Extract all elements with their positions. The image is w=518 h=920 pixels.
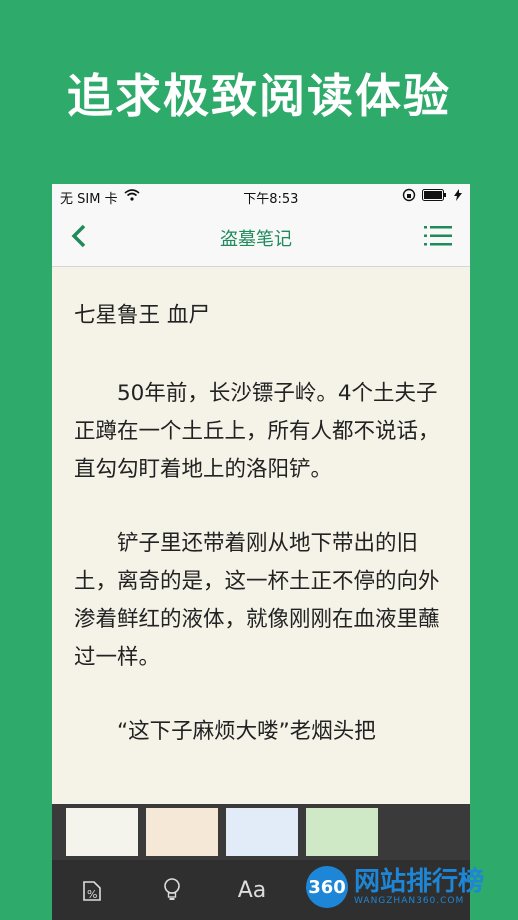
back-icon[interactable] xyxy=(70,223,88,253)
svg-text:%: % xyxy=(87,888,97,901)
reading-content: 七星鲁王 血尸 50年前，长沙镖子岭。4个土夫子正蹲在一个土丘上，所有人都不说话… xyxy=(52,267,470,751)
promo-headline: 追求极致阅读体验 xyxy=(67,69,451,123)
lightbulb-icon[interactable] xyxy=(132,877,212,903)
brightness-percent-icon[interactable]: % xyxy=(52,878,132,902)
watermark-url: WANGZHAN360.COM xyxy=(354,896,465,906)
watermark: 360 网站排行榜 WANGZHAN360.COM xyxy=(306,866,484,908)
font-size-button[interactable]: Aa xyxy=(212,878,292,903)
theme-swatch-cream[interactable] xyxy=(146,808,218,856)
toc-list-icon[interactable] xyxy=(424,224,452,252)
paragraph: “这下子麻烦大喽”老烟头把 xyxy=(117,719,376,744)
wifi-icon xyxy=(124,189,140,205)
nav-bar: 盗墓笔记 xyxy=(52,210,470,267)
chapter-title: 七星鲁王 血尸 xyxy=(74,303,210,328)
theme-swatch-white[interactable] xyxy=(66,808,138,856)
watermark-name: 网站排行榜 xyxy=(354,867,485,897)
book-title: 盗墓笔记 xyxy=(220,229,292,250)
battery-icon xyxy=(422,189,448,205)
watermark-badge: 360 xyxy=(306,866,348,908)
rotation-lock-icon xyxy=(402,188,416,206)
paragraph: 50年前，长沙镖子岭。4个土夫子正蹲在一个土丘上，所有人都不说话，直勾勾盯着地上… xyxy=(74,381,440,482)
charging-icon xyxy=(454,189,462,205)
paragraph: 铲子里还带着刚从地下带出的旧土，离奇的是，这一杯土正不停的向外渗着鲜红的液体，就… xyxy=(74,531,440,670)
theme-picker xyxy=(52,804,470,860)
theme-swatch-blue[interactable] xyxy=(226,808,298,856)
carrier-label: 无 SIM 卡 xyxy=(60,191,118,207)
status-time: 下午8:53 xyxy=(243,191,299,207)
status-bar: 无 SIM 卡 下午8:53 xyxy=(52,184,470,210)
theme-swatch-dark[interactable] xyxy=(386,808,458,856)
theme-swatch-green[interactable] xyxy=(306,808,378,856)
phone-screen: 无 SIM 卡 下午8:53 盗墓笔记 七星鲁王 血尸 50年前，长沙镖子岭。4… xyxy=(52,184,470,920)
